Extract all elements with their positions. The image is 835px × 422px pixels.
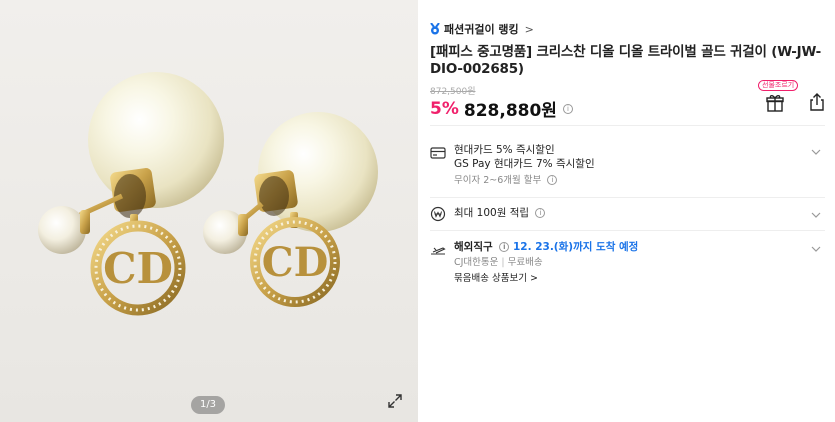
installment-line: 무이자 2~6개월 할부 i [454, 174, 794, 188]
svg-text:CD: CD [262, 239, 329, 286]
product-image-gallery[interactable]: CD CD 1/3 [0, 0, 418, 422]
divider [430, 125, 825, 126]
chevron-down-icon [811, 149, 821, 155]
shipping-section[interactable]: 해외직구 i 12. 23.(화)까지 도착 예정 CJ대한통운 | 무료배송 묶음… [430, 240, 825, 292]
svg-text:CD: CD [103, 244, 173, 293]
pearl-small-left [38, 206, 86, 254]
bundle-shipping-link[interactable]: 묶음배송 상품보기 > [454, 272, 794, 286]
divider [430, 197, 825, 198]
card-discount-line-1: 현대카드 5% 즉시할인 [454, 144, 555, 156]
overseas-direct-label: 해외직구 [454, 241, 493, 253]
image-page-indicator: 1/3 [191, 396, 225, 414]
separator: | [501, 257, 505, 268]
card-discount-section[interactable]: 현대카드 5% 즉시할인 GS Pay 현대카드 7% 즉시할인 무이자 2~6… [430, 143, 825, 189]
expand-icon [388, 394, 402, 408]
points-section[interactable]: 최대 100원 적립 i [430, 206, 825, 224]
won-coin-icon [430, 206, 446, 222]
ranking-chevron: > [524, 22, 534, 36]
sale-price: 828,880원 [463, 101, 557, 121]
carrier-line: CJ대한통운 | 무료배송 [454, 256, 794, 270]
divider [430, 230, 825, 231]
airplane-icon [431, 247, 446, 255]
credit-card-icon [430, 147, 446, 159]
gift-icon [766, 95, 784, 112]
points-label: 최대 100원 적립 [454, 207, 530, 219]
arrival-estimate: 12. 23.(화)까지 도착 예정 [512, 241, 639, 253]
category-ranking-link[interactable]: 패션귀걸이 랭킹 > [430, 20, 534, 38]
carrier-name: CJ대한통운 [454, 257, 499, 268]
price-info-icon[interactable]: i [562, 103, 573, 114]
pearl-large-left [88, 72, 224, 208]
card-discount-line-2: GS Pay 현대카드 7% 즉시할인 [454, 158, 595, 170]
points-info-icon[interactable]: i [535, 208, 546, 218]
discount-rate: 5% [430, 98, 459, 119]
product-title: [패피스 중고명품] 크리스찬 디올 디올 트라이벌 골드 귀걸이 (W-JW-… [430, 44, 821, 77]
installment-text: 무이자 2~6개월 할부 [454, 175, 542, 186]
ranking-label: 패션귀걸이 랭킹 [444, 23, 519, 36]
share-button[interactable] [807, 92, 827, 112]
gift-button[interactable] [765, 93, 785, 113]
price-row: 5% 828,880원 i [430, 96, 573, 121]
installment-info-icon[interactable]: i [547, 175, 558, 185]
share-icon [810, 93, 824, 111]
chevron-down-icon [811, 212, 821, 218]
medal-icon [430, 23, 440, 35]
product-detail-panel: 패션귀걸이 랭킹 > [패피스 중고명품] 크리스찬 디올 디올 트라이벌 골드… [430, 0, 835, 422]
product-photo: CD CD [38, 72, 378, 316]
points-line: 최대 100원 적립 i [454, 206, 794, 220]
shipping-line: 해외직구 i 12. 23.(화)까지 도착 예정 [454, 240, 794, 254]
shipping-info-icon[interactable]: i [499, 242, 510, 252]
gift-request-badge: 선물조르기 [758, 80, 799, 91]
chevron-down-icon [811, 246, 821, 252]
expand-image-button[interactable] [380, 386, 410, 416]
shipping-fee: 무료배송 [507, 257, 543, 268]
